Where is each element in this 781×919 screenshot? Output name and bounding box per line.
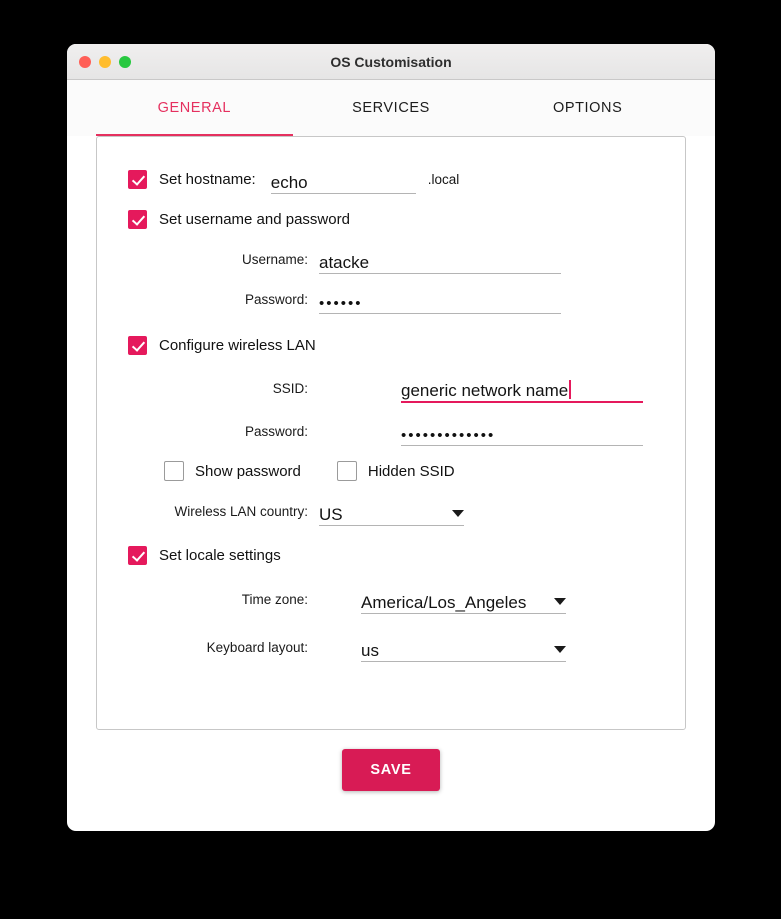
user-password-value: •••••• (319, 295, 363, 312)
wifi-password-input[interactable]: ••••••••••••• (401, 416, 643, 446)
hostname-input[interactable]: echo (270, 164, 416, 194)
hidden-ssid-checkbox[interactable] (336, 461, 357, 481)
keyboard-select[interactable]: us (361, 632, 566, 662)
row-set-locale: Set locale settings (97, 535, 685, 575)
wifi-password-label: Password: (244, 423, 308, 439)
tab-bar: GENERAL SERVICES OPTIONS (67, 80, 715, 136)
set-user-checkbox[interactable] (128, 209, 147, 229)
wifi-country-value: US (319, 505, 343, 524)
timezone-value: America/Los_Angeles (361, 593, 527, 612)
username-value: atacke (319, 253, 370, 272)
hidden-ssid-label: Hidden SSID (367, 462, 455, 480)
save-button[interactable]: SAVE (342, 748, 440, 791)
hostname-value: echo (270, 173, 308, 192)
text-cursor (569, 380, 571, 399)
os-customisation-window: OS Customisation GENERAL SERVICES OPTION… (67, 44, 715, 831)
user-password-label: Password: (244, 291, 308, 307)
tab-options[interactable]: OPTIONS (489, 80, 686, 136)
configure-wireless-label: Configure wireless LAN (159, 336, 316, 354)
timezone-select[interactable]: America/Los_Angeles (361, 584, 566, 614)
title-bar: OS Customisation (67, 44, 715, 80)
timezone-label: Time zone: (241, 591, 308, 607)
set-locale-label: Set locale settings (159, 546, 281, 564)
hidden-ssid-group[interactable]: Hidden SSID (336, 461, 455, 481)
footer: SAVE (67, 730, 715, 809)
window-title: OS Customisation (330, 53, 452, 70)
set-hostname-label: Set hostname: (159, 170, 256, 188)
ssid-label: SSID: (272, 380, 308, 396)
show-password-checkbox[interactable] (164, 461, 184, 481)
username-input[interactable]: atacke (319, 244, 561, 274)
general-settings-panel: Set hostname: echo .local Set username a… (96, 136, 686, 730)
wifi-country-label: Wireless LAN country: (174, 503, 308, 519)
keyboard-label: Keyboard layout: (206, 639, 308, 655)
ssid-value: generic network name (401, 381, 569, 400)
row-configure-wireless: Configure wireless LAN (97, 325, 685, 365)
row-hostname: Set hostname: echo .local (97, 159, 685, 199)
tab-services[interactable]: SERVICES (293, 80, 490, 136)
set-locale-checkbox[interactable] (128, 545, 147, 565)
chevron-down-icon (554, 646, 566, 653)
row-timezone: Time zone: America/Los_Angeles (97, 575, 685, 623)
chevron-down-icon (554, 598, 566, 605)
chevron-down-icon (452, 510, 464, 517)
configure-wireless-checkbox[interactable] (128, 335, 147, 355)
set-user-label: Set username and password (159, 210, 350, 228)
ssid-input[interactable]: generic network name (401, 373, 643, 403)
keyboard-value: us (361, 641, 379, 660)
hostname-suffix: .local (427, 171, 460, 187)
row-wifi-country: Wireless LAN country: US (97, 491, 685, 531)
username-label: Username: (241, 251, 308, 267)
show-password-group[interactable]: Show password (164, 461, 301, 481)
user-password-input[interactable]: •••••• (319, 284, 561, 314)
row-username: Username: atacke (97, 239, 685, 279)
wifi-country-select[interactable]: US (319, 496, 464, 526)
tab-general[interactable]: GENERAL (96, 80, 293, 136)
row-ssid: SSID: generic network name (97, 365, 685, 411)
row-wifi-password: Password: ••••••••••••• (97, 411, 685, 451)
row-user-password: Password: •••••• (97, 279, 685, 319)
set-hostname-checkbox[interactable] (128, 169, 147, 189)
row-wifi-toggles: Show password Hidden SSID (97, 451, 685, 491)
show-password-label: Show password (195, 462, 301, 480)
wifi-password-value: ••••••••••••• (401, 427, 496, 444)
row-keyboard: Keyboard layout: us (97, 623, 685, 671)
row-set-user: Set username and password (97, 199, 685, 239)
